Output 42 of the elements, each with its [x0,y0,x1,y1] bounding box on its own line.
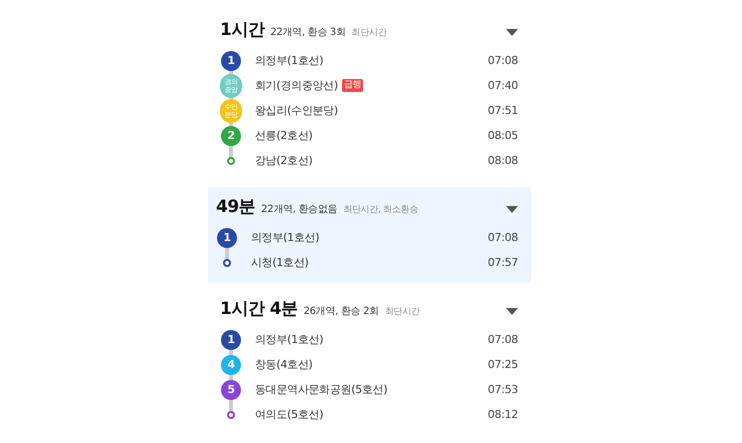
station-time: 08:05 [488,129,518,142]
route-tags: 최단시간, 최소환승 [343,203,418,216]
route-tags: 최단시간 [352,26,386,39]
station-time: 07:53 [488,383,518,396]
line-badge: 5 [221,380,241,400]
station-name: 의정부(1호선) [251,230,320,245]
station-name: 의정부(1호선) [255,53,324,68]
line-badge: 1 [221,330,241,350]
station-name: 회기(경의중앙선) [255,78,338,93]
station-time: 07:25 [488,358,518,371]
route-duration: 49분 [216,196,256,218]
station-name: 의정부(1호선) [255,332,324,347]
route-tags: 최단시간 [384,305,420,318]
station-name: 왕십리(수인분당) [255,103,338,118]
express-tag: 급행 [342,79,364,92]
caret-icon[interactable] [506,29,518,37]
caret-icon[interactable] [506,308,518,316]
station-name: 여의도(5호선) [255,407,324,422]
route-card[interactable]: 49분 22개역, 환승없음 최단시간, 최소환승 1 의정부(1호선) 07:08 시청(1호선) 07:57 [208,187,531,283]
route-summary: 22개역, 환승 3회 [270,26,346,39]
route-summary: 22개역, 환승없음 [261,203,338,216]
line-badge: 1 [221,50,241,70]
station-time: 07:08 [488,333,518,346]
caret-icon[interactable] [506,206,518,214]
station-time: 07:57 [488,256,518,269]
station-name: 선릉(2호선) [255,128,312,143]
station-time: 07:08 [488,54,518,67]
station-time: 07:51 [488,104,518,117]
station-name: 동대문역사문화공원(5호선) [255,382,388,397]
line-badge: 4 [221,354,241,374]
station-time: 08:08 [488,154,518,167]
line-badge: 2 [221,126,241,146]
line-badge: 1 [217,228,237,248]
route-duration: 1시간 4분 [220,298,298,320]
station-time: 08:12 [488,408,518,421]
station-name: 강남(2호선) [255,153,312,168]
station-name: 시청(1호선) [251,255,308,270]
station-time: 07:40 [488,79,518,92]
station-name: 창동(4호선) [255,357,312,372]
route-duration: 1시간 [220,19,264,41]
route-summary: 26개역, 환승 2회 [304,305,379,318]
station-time: 07:08 [488,231,518,244]
